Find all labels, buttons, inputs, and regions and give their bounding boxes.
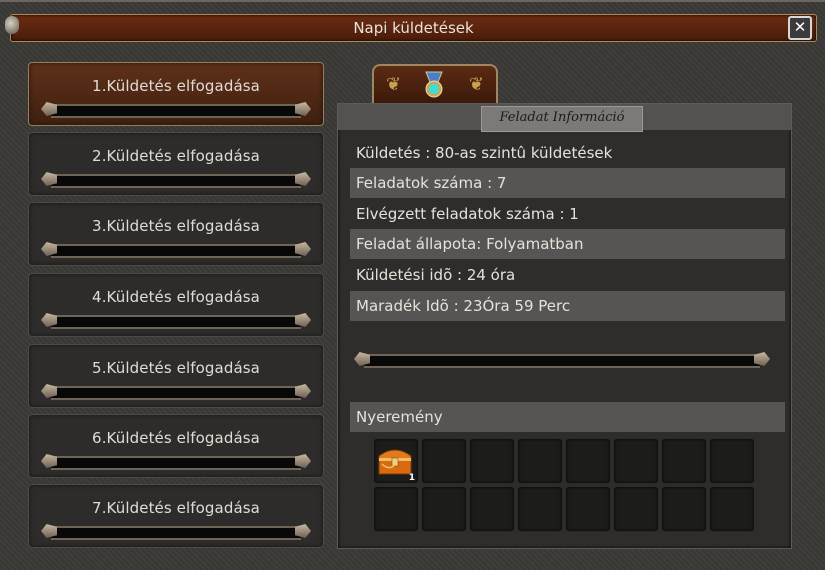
- reward-slot[interactable]: [565, 486, 611, 532]
- quest-button-3[interactable]: 3.Küldetés elfogadása: [28, 202, 324, 266]
- quest-progress-bar: [41, 242, 311, 258]
- quest-progress-bar: [41, 384, 311, 400]
- item-count: 1: [408, 473, 415, 483]
- quest-label: 1.Küldetés elfogadása: [92, 77, 260, 95]
- reward-slot[interactable]: [661, 486, 707, 532]
- quest-button-1[interactable]: 1.Küldetés elfogadása: [28, 62, 324, 126]
- quest-label: 4.Küldetés elfogadása: [92, 288, 260, 306]
- quest-button-5[interactable]: 5.Küldetés elfogadása: [28, 344, 324, 408]
- reward-slot[interactable]: [517, 438, 563, 484]
- laurel-right-icon: ❦: [468, 74, 484, 95]
- laurel-left-icon: ❦: [386, 74, 402, 95]
- title-ornament-icon: [5, 16, 19, 34]
- panel-header-title: Feladat Információ: [481, 106, 643, 132]
- reward-slot[interactable]: [469, 438, 515, 484]
- reward-slot[interactable]: [517, 486, 563, 532]
- reward-slot[interactable]: [469, 486, 515, 532]
- reward-slot[interactable]: [613, 438, 659, 484]
- info-row-status: Feladat állapota: Folyamatban: [350, 229, 785, 259]
- info-row-completed-count: Elvégzett feladatok száma : 1: [356, 205, 579, 223]
- quest-label: 6.Küldetés elfogadása: [92, 429, 260, 447]
- quest-progress-bar: [41, 172, 311, 188]
- medal-icon: [425, 71, 443, 98]
- reward-slot[interactable]: [709, 486, 755, 532]
- info-row-quest: Küldetés : 80-as szintû küldetések: [356, 144, 613, 162]
- quest-label: 2.Küldetés elfogadása: [92, 147, 260, 165]
- quest-button-7[interactable]: 7.Küldetés elfogadása: [28, 484, 324, 548]
- quest-progress-bar: [41, 524, 311, 540]
- quest-button-4[interactable]: 4.Küldetés elfogadása: [28, 273, 324, 337]
- window-title: Napi küldetések: [353, 19, 474, 37]
- info-row-task-count: Feladatok száma : 7: [350, 168, 785, 198]
- reward-slot[interactable]: [613, 486, 659, 532]
- divider-bar: [354, 352, 770, 368]
- treasure-chest-icon: [378, 449, 412, 475]
- quest-label: 3.Küldetés elfogadása: [92, 217, 260, 235]
- info-row-remaining-time: Maradék Idõ : 23Óra 59 Perc: [350, 291, 785, 321]
- info-row-quest-time: Küldetési idõ : 24 óra: [356, 266, 516, 284]
- reward-slot[interactable]: [373, 486, 419, 532]
- close-button[interactable]: ✕: [788, 16, 812, 40]
- reward-slot[interactable]: [421, 438, 467, 484]
- title-bar[interactable]: Napi küldetések: [10, 14, 817, 42]
- quest-label: 5.Küldetés elfogadása: [92, 359, 260, 377]
- quest-button-6[interactable]: 6.Küldetés elfogadása: [28, 414, 324, 478]
- reward-slot[interactable]: [565, 438, 611, 484]
- daily-quests-window: Napi küldetések ✕ 1.Küldetés elfogadása …: [0, 0, 825, 570]
- quest-progress-bar: [41, 313, 311, 329]
- quest-progress-bar: [41, 102, 311, 118]
- reward-slot[interactable]: [421, 486, 467, 532]
- reward-header: Nyeremény: [350, 402, 785, 432]
- quest-label: 7.Küldetés elfogadása: [92, 499, 260, 517]
- tab-quest-info[interactable]: ❦ ❦: [372, 64, 498, 104]
- reward-slot[interactable]: [661, 438, 707, 484]
- reward-slot[interactable]: 1: [373, 438, 419, 484]
- reward-slot[interactable]: [709, 438, 755, 484]
- quest-info-panel: Feladat Információ Küldetés : 80-as szin…: [337, 103, 792, 549]
- quest-button-2[interactable]: 2.Küldetés elfogadása: [28, 132, 324, 196]
- quest-progress-bar: [41, 454, 311, 470]
- panel-header: Feladat Információ: [338, 104, 791, 132]
